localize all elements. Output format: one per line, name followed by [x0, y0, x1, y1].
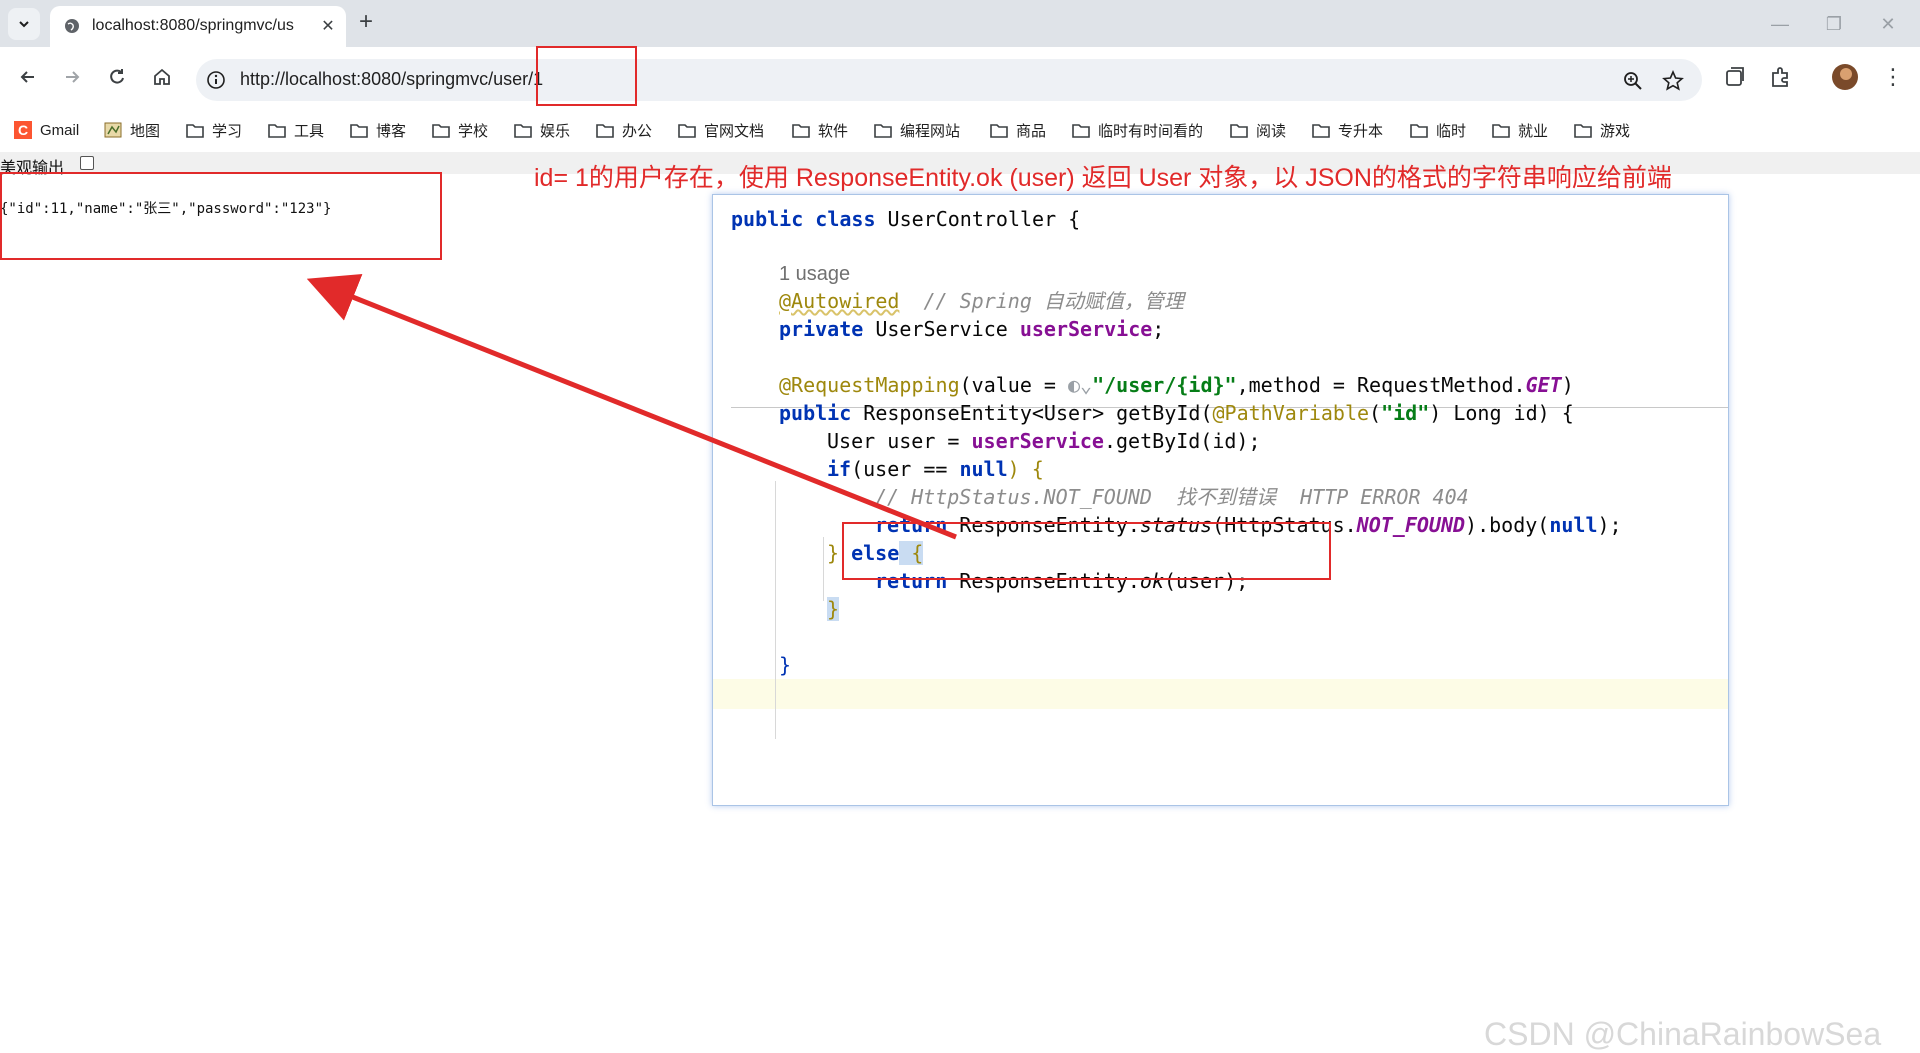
bookmark-folder-fun[interactable]: 娱乐: [514, 118, 570, 142]
folder-icon: [1072, 124, 1090, 138]
folder-icon: [1312, 124, 1330, 138]
bookmark-gmail[interactable]: C Gmail: [14, 118, 79, 142]
star-icon[interactable]: [1662, 70, 1684, 92]
folder-icon: [186, 124, 204, 138]
bookmark-folder-upgrade[interactable]: 专升本: [1312, 118, 1383, 142]
extensions-icon[interactable]: [1768, 64, 1794, 90]
folder-icon: [990, 124, 1008, 138]
folder-icon: [1492, 124, 1510, 138]
arrow-right-icon: [66, 71, 80, 83]
home-icon: [154, 68, 170, 85]
watermark: CSDN @ChinaRainbowSea: [1484, 1016, 1882, 1052]
csdn-logo-icon: C: [14, 121, 32, 139]
zoom-icon[interactable]: [1622, 70, 1644, 92]
bookmark-folder-blog[interactable]: 博客: [350, 118, 406, 142]
bookmarks-bar: C Gmail 地图 学习 工具 博客 学校 娱乐 办公 官网文档 软件 编程网…: [0, 110, 1920, 152]
tab-strip: localhost:8080/springmvc/us ✕ + — ❐ ✕: [0, 0, 1920, 47]
bookmark-folder-study[interactable]: 学习: [186, 118, 242, 142]
folder-icon: [596, 124, 614, 138]
bookmark-folder-jobs[interactable]: 就业: [1492, 118, 1548, 142]
bookmark-folder-goods[interactable]: 商品: [990, 118, 1046, 142]
address-bar[interactable]: http://localhost:8080/springmvc/user/1: [196, 59, 1702, 101]
url-highlight-box: [536, 46, 637, 106]
bookmark-folder-games[interactable]: 游戏: [1574, 118, 1630, 142]
tab-manager-icon[interactable]: [1722, 64, 1748, 90]
bookmark-folder-docs[interactable]: 官网文档: [678, 118, 764, 142]
folder-icon: [350, 124, 368, 138]
bookmark-folder-reading[interactable]: 阅读: [1230, 118, 1286, 142]
bookmark-folder-tools[interactable]: 工具: [268, 118, 324, 142]
bookmark-folder-software[interactable]: 软件: [792, 118, 848, 142]
bookmark-map[interactable]: 地图: [104, 118, 160, 142]
folder-icon: [678, 124, 696, 138]
folder-icon: [432, 124, 450, 138]
new-tab-button[interactable]: +: [354, 8, 378, 35]
bookmark-folder-coding[interactable]: 编程网站: [874, 118, 960, 142]
folder-icon: [1230, 124, 1248, 138]
toolbar: http://localhost:8080/springmvc/user/1 ⋮: [0, 47, 1920, 110]
chevron-down-icon: [19, 21, 29, 28]
minimize-icon[interactable]: —: [1768, 12, 1792, 36]
folder-icon: [792, 124, 810, 138]
bookmark-folder-temp[interactable]: 临时: [1410, 118, 1466, 142]
bookmark-folder-school[interactable]: 学校: [432, 118, 488, 142]
restore-icon[interactable]: ❐: [1822, 12, 1846, 36]
reload-icon: [110, 69, 124, 84]
home-button[interactable]: [146, 61, 178, 93]
back-button[interactable]: [12, 61, 44, 93]
info-icon[interactable]: [206, 70, 226, 90]
tab-search-button[interactable]: [8, 8, 40, 40]
menu-icon[interactable]: ⋮: [1880, 64, 1906, 90]
arrow-left-icon: [20, 71, 34, 83]
folder-icon: [1410, 124, 1428, 138]
globe-icon: [65, 19, 79, 33]
url-text[interactable]: http://localhost:8080/springmvc/user/1: [240, 69, 543, 90]
bookmark-folder-office[interactable]: 办公: [596, 118, 652, 142]
window-close-icon[interactable]: ✕: [1876, 12, 1900, 36]
folder-icon: [874, 124, 892, 138]
bookmark-folder-later[interactable]: 临时有时间看的: [1072, 118, 1203, 142]
map-icon: [104, 122, 122, 138]
reload-button[interactable]: [101, 61, 133, 93]
close-tab-icon[interactable]: ✕: [318, 16, 338, 36]
active-tab[interactable]: localhost:8080/springmvc/us ✕: [50, 6, 346, 47]
forward-button[interactable]: [56, 61, 88, 93]
avatar[interactable]: [1832, 64, 1858, 90]
tab-title: localhost:8080/springmvc/us: [92, 17, 294, 34]
folder-icon: [514, 124, 532, 138]
page-content: 美观输出 {"id":11,"name":"张三","password":"12…: [0, 152, 1920, 1052]
red-arrow: [306, 274, 957, 540]
folder-icon: [268, 124, 286, 138]
folder-icon: [1574, 124, 1592, 138]
